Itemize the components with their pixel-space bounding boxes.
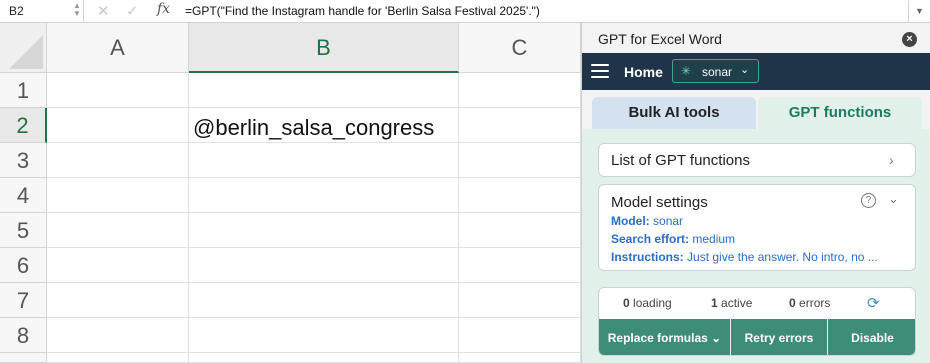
cell-a2[interactable] (47, 108, 189, 143)
chevron-down-icon[interactable]: ⌄ (888, 191, 899, 207)
cell-c5[interactable] (459, 213, 581, 248)
cancel-icon[interactable]: ✕ (97, 2, 110, 20)
cell-b3[interactable] (189, 143, 459, 178)
chevron-right-icon: › (889, 152, 894, 168)
cell-c6[interactable] (459, 248, 581, 283)
model-setting-value: sonar (653, 214, 684, 228)
cell-a1[interactable] (47, 73, 189, 108)
name-box-value: B2 (9, 4, 24, 18)
model-setting-row: Model: sonar (611, 214, 683, 228)
cell-a9[interactable] (47, 353, 189, 363)
cell-b9[interactable] (189, 353, 459, 363)
row-header-3[interactable]: 3 (0, 143, 47, 178)
row-header-4[interactable]: 4 (0, 178, 47, 213)
active-status: 1 active (711, 296, 752, 310)
cell-b2-value[interactable]: @berlin_salsa_congress (193, 115, 434, 141)
row-header-1[interactable]: 1 (0, 73, 47, 108)
row-header-7[interactable]: 7 (0, 283, 47, 318)
cell-b4[interactable] (189, 178, 459, 213)
help-icon[interactable]: ? (861, 193, 876, 208)
instructions-value: Just give the answer. No intro, no ... (687, 250, 878, 264)
list-gpt-functions-label: List of GPT functions (611, 152, 750, 169)
cell-a8[interactable] (47, 318, 189, 353)
cell-a5[interactable] (47, 213, 189, 248)
row-header-5[interactable]: 5 (0, 213, 47, 248)
cell-a7[interactable] (47, 283, 189, 318)
panel-tabs: Bulk AI tools GPT functions (582, 97, 930, 129)
gpt-functions-content: List of GPT functions › Model settings ?… (582, 129, 930, 363)
search-effort-value: medium (692, 232, 736, 246)
cell-c8[interactable] (459, 318, 581, 353)
column-header-b[interactable]: B (189, 23, 459, 73)
errors-status: 0 errors (789, 296, 830, 310)
active-label: active (721, 296, 753, 310)
name-box-stepper-icon[interactable]: ▲ ▼ (72, 2, 82, 20)
list-gpt-functions-button[interactable]: List of GPT functions › (598, 143, 916, 177)
spreadsheet-grid: A B C 1 2 3 4 5 6 7 8 @berlin_salsa_cong… (0, 23, 581, 363)
row-header-6[interactable]: 6 (0, 248, 47, 283)
panel-title: GPT for Excel Word (598, 31, 722, 47)
cell-c3[interactable] (459, 143, 581, 178)
errors-count: 0 (789, 296, 796, 310)
menu-icon[interactable] (591, 64, 609, 78)
confirm-icon[interactable]: ✓ (126, 2, 139, 20)
cell-a6[interactable] (47, 248, 189, 283)
insert-function-icon[interactable]: fx (157, 1, 170, 17)
disable-button[interactable]: Disable (827, 319, 915, 355)
row-header-8[interactable]: 8 (0, 318, 47, 353)
status-actions: Replace formulas ⌄ Retry errors Disable (599, 319, 915, 355)
loading-label: loading (633, 296, 672, 310)
row-header-partial (0, 353, 47, 363)
cell-b1[interactable] (189, 73, 459, 108)
replace-formulas-label: Replace formulas (607, 331, 708, 345)
instructions-label: Instructions: (611, 250, 684, 264)
close-icon[interactable]: × (902, 32, 917, 47)
retry-errors-button[interactable]: Retry errors (730, 319, 827, 355)
refresh-icon[interactable]: ⟳ (867, 294, 880, 312)
cell-c7[interactable] (459, 283, 581, 318)
loading-count: 0 (623, 296, 630, 310)
tab-gpt-functions[interactable]: GPT functions (758, 97, 922, 129)
cell-c1[interactable] (459, 73, 581, 108)
formula-bar-expand-icon[interactable]: ▼ (908, 1, 930, 22)
chevron-down-icon: ⌄ (740, 64, 750, 76)
cell-b5[interactable] (189, 213, 459, 248)
model-settings-card[interactable]: Model settings ? ⌄ Model: sonar Search e… (598, 184, 916, 271)
chevron-down-icon: ⌄ (711, 331, 722, 345)
tab-bulk-ai-tools[interactable]: Bulk AI tools (592, 97, 756, 129)
loading-status: 0 loading (623, 296, 672, 310)
panel-top-nav: Home ✳ sonar ⌄ (582, 53, 930, 90)
active-count: 1 (711, 296, 718, 310)
replace-formulas-button[interactable]: Replace formulas ⌄ (599, 319, 730, 355)
gpt-side-panel: GPT for Excel Word × Home ✳ sonar ⌄ Bulk… (581, 23, 930, 363)
home-link[interactable]: Home (624, 64, 663, 80)
column-header-c[interactable]: C (459, 23, 581, 73)
cell-c4[interactable] (459, 178, 581, 213)
cell-b6[interactable] (189, 248, 459, 283)
model-select[interactable]: ✳ sonar ⌄ (672, 59, 759, 83)
function-status-card: 0 loading 1 active 0 errors ⟳ Replace fo… (598, 287, 916, 356)
cell-a3[interactable] (47, 143, 189, 178)
instructions-row: Instructions: Just give the answer. No i… (611, 250, 878, 264)
search-effort-label: Search effort: (611, 232, 690, 246)
select-all-corner[interactable] (0, 23, 47, 73)
cell-c9[interactable] (459, 353, 581, 363)
cell-c2[interactable] (459, 108, 581, 143)
cell-a4[interactable] (47, 178, 189, 213)
model-icon: ✳ (681, 64, 692, 78)
model-select-value: sonar (702, 65, 733, 79)
column-header-a[interactable]: A (47, 23, 189, 73)
errors-label: errors (799, 296, 831, 310)
row-header-2[interactable]: 2 (0, 108, 47, 143)
model-setting-label: Model: (611, 214, 650, 228)
formula-input[interactable]: =GPT("Find the Instagram handle for 'Ber… (185, 4, 540, 18)
cell-b7[interactable] (189, 283, 459, 318)
search-effort-row: Search effort: medium (611, 232, 735, 246)
cell-b8[interactable] (189, 318, 459, 353)
formula-bar: B2 ▲ ▼ ✕ ✓ fx =GPT("Find the Instagram ha… (0, 0, 930, 23)
model-settings-title: Model settings (611, 194, 708, 211)
